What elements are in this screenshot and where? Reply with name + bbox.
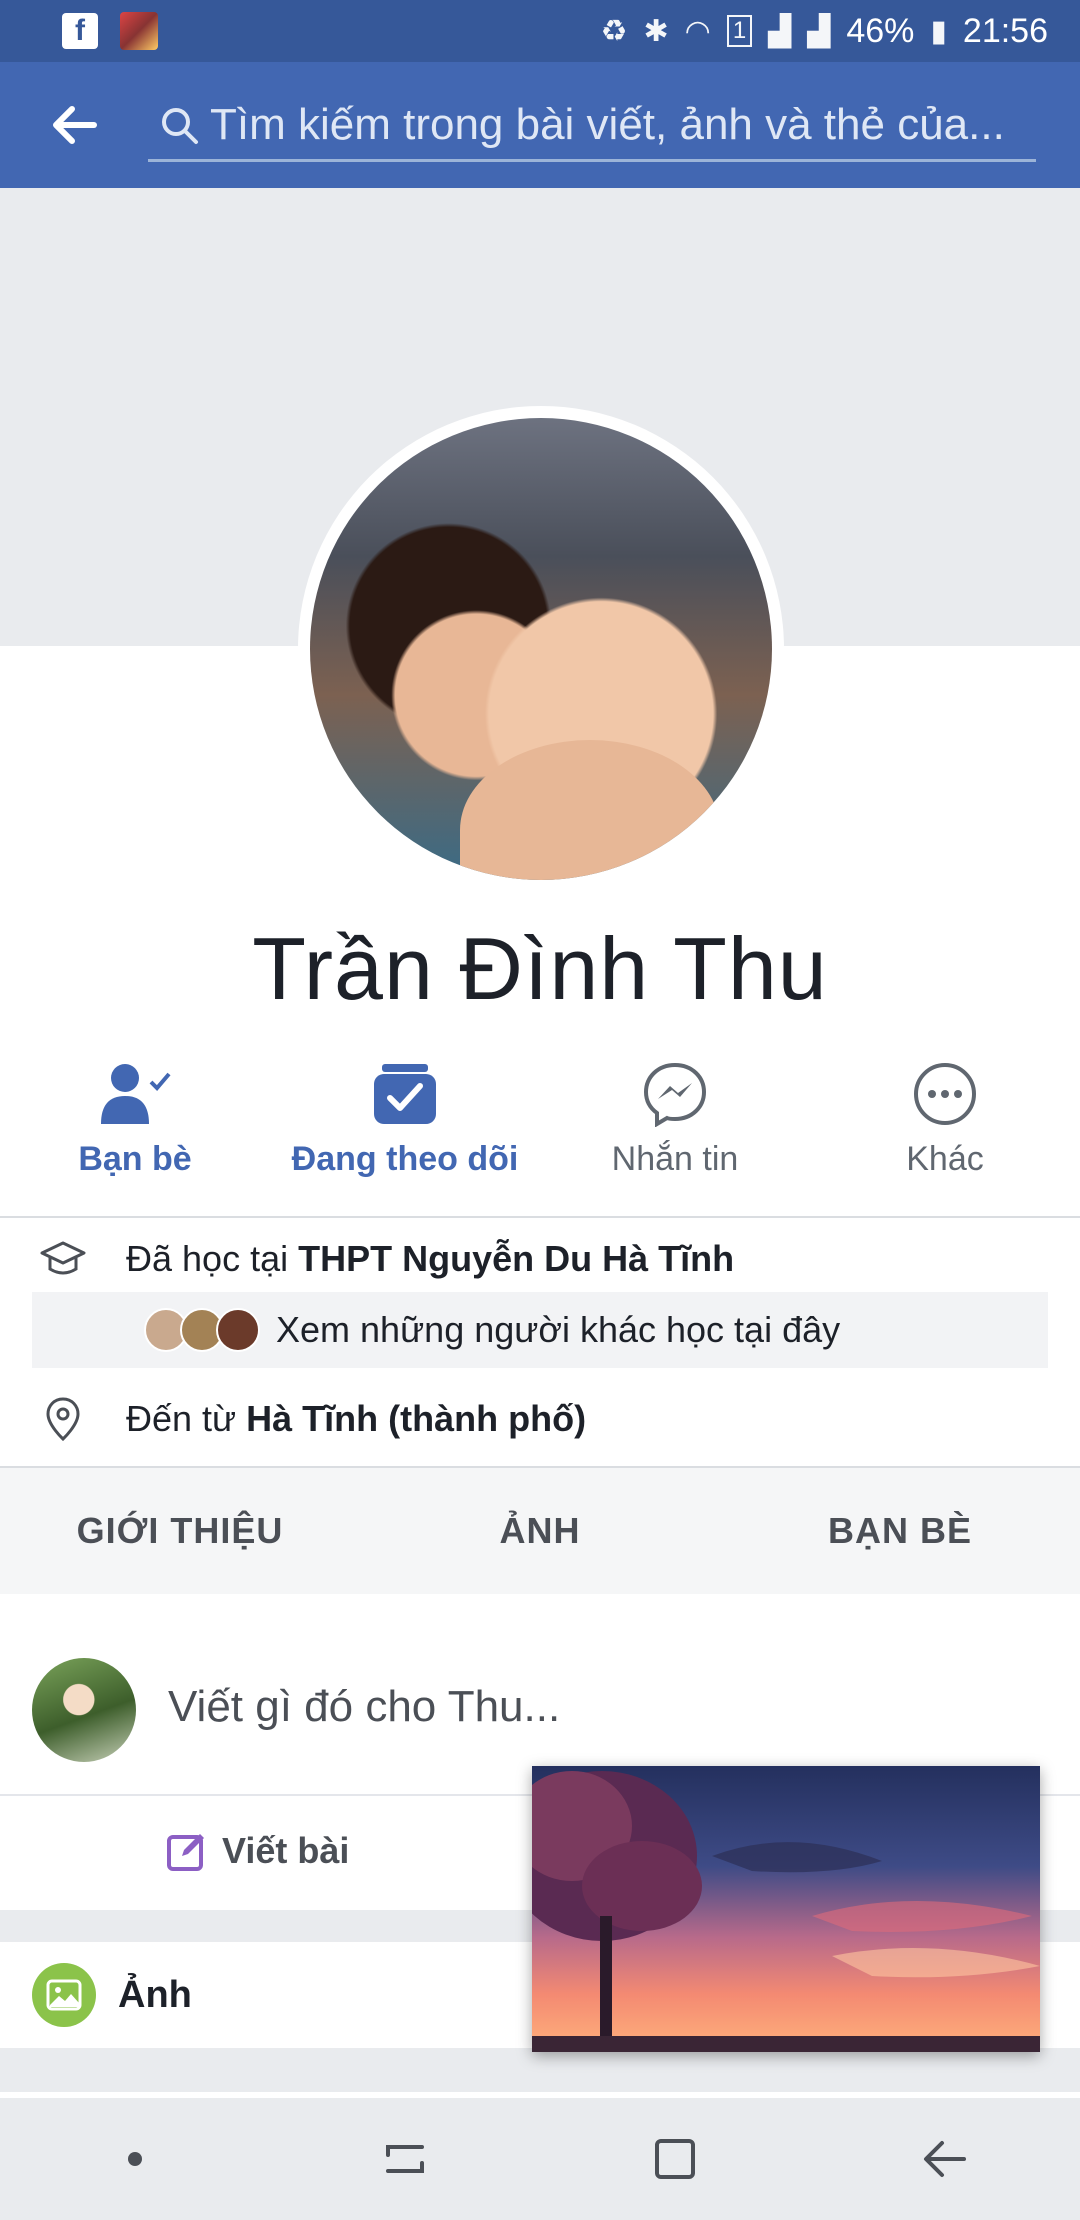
signal-icon-2: ▟	[807, 14, 831, 48]
battery-percent: 46%	[846, 11, 915, 50]
tab-friends[interactable]: BẠN BÈ	[720, 1468, 1080, 1594]
system-nav-bar	[0, 2098, 1080, 2220]
search-placeholder: Tìm kiếm trong bài viết, ảnh và thẻ của.…	[210, 99, 1005, 149]
messenger-icon	[642, 1058, 708, 1130]
location-pin-icon	[0, 1397, 126, 1441]
profile-actions: Bạn bè Đang theo dõi Nhắn tin Khác	[0, 1058, 1080, 1208]
battery-saver-icon: ♻	[600, 14, 628, 48]
education-row: Đã học tại THPT Nguyễn Du Hà Tĩnh	[0, 1226, 1080, 1292]
write-post-button[interactable]: Viết bài	[166, 1830, 349, 1872]
system-back-button[interactable]	[810, 2098, 1080, 2220]
nav-dot-button[interactable]	[0, 2098, 270, 2220]
profile-picture-image	[310, 418, 772, 880]
more-label: Khác	[906, 1140, 984, 1178]
see-others-label: Xem những người khác học tại đây	[276, 1309, 841, 1350]
clock: 21:56	[962, 11, 1048, 50]
tab-photos[interactable]: ẢNH	[360, 1468, 720, 1594]
wifi-icon: ◠	[684, 14, 711, 48]
write-post-label: Viết bài	[222, 1830, 350, 1871]
friends-label: Bạn bè	[78, 1140, 192, 1178]
status-bar: f ♻ ✱ ◠ 1 ▟ ▟ 46% ▮ 21:56	[0, 0, 1080, 62]
search-input[interactable]: Tìm kiếm trong bài viết, ảnh và thẻ của.…	[148, 90, 1036, 162]
arrow-left-icon	[53, 106, 97, 144]
classmate-avatars	[144, 1308, 260, 1352]
recent-apps-icon	[386, 2145, 424, 2173]
message-button[interactable]: Nhắn tin	[540, 1058, 810, 1208]
divider	[0, 1216, 1080, 1218]
message-label: Nhắn tin	[611, 1140, 739, 1178]
profile-name: Trần Đình Thu	[252, 919, 828, 1018]
battery-icon: ▮	[930, 14, 947, 48]
friends-check-icon	[97, 1058, 173, 1130]
home-button[interactable]	[540, 2098, 810, 2220]
floating-video-window[interactable]	[532, 1766, 1040, 2052]
recent-apps-button[interactable]	[270, 2098, 540, 2220]
see-others-row[interactable]: Xem những người khác học tại đây	[32, 1292, 1048, 1368]
dot-icon	[128, 2152, 142, 2166]
education-prefix: Đã học tại	[126, 1238, 299, 1279]
signal-icon: ▟	[768, 14, 792, 48]
composer-input[interactable]: Viết gì đó cho Thu...	[168, 1682, 560, 1732]
sunset-tree-image	[532, 1766, 1040, 2052]
more-dots-icon	[912, 1058, 978, 1130]
avatar	[216, 1308, 260, 1352]
hometown-prefix: Đến từ	[126, 1398, 247, 1439]
edit-icon	[167, 1834, 204, 1871]
education-school-link[interactable]: THPT Nguyễn Du Hà Tĩnh	[298, 1238, 734, 1279]
home-square-icon	[655, 2139, 695, 2179]
photo-icon	[32, 1963, 96, 2027]
profile-tabs: GIỚI THIỆU ẢNH BẠN BÈ	[0, 1468, 1080, 1594]
back-arrow-icon	[924, 2141, 966, 2177]
following-button[interactable]: Đang theo dõi	[270, 1058, 540, 1208]
hometown-row: Đến từ Hà Tĩnh (thành phố)	[0, 1386, 1080, 1452]
search-header: Tìm kiếm trong bài viết, ảnh và thẻ của.…	[0, 62, 1080, 188]
following-label: Đang theo dõi	[291, 1140, 519, 1178]
hometown-link[interactable]: Hà Tĩnh (thành phố)	[246, 1398, 586, 1439]
sim-badge: 1	[726, 15, 753, 47]
friends-button[interactable]: Bạn bè	[0, 1058, 270, 1208]
following-check-icon	[372, 1058, 438, 1130]
photos-label: Ảnh	[118, 1973, 192, 2016]
game-notification-icon	[120, 12, 158, 50]
more-button[interactable]: Khác	[810, 1058, 1080, 1208]
profile-picture[interactable]	[298, 406, 784, 892]
avatar	[32, 1658, 136, 1762]
bluetooth-icon: ✱	[643, 14, 669, 48]
search-icon	[148, 105, 210, 145]
graduation-cap-icon	[0, 1239, 126, 1279]
tab-about[interactable]: GIỚI THIỆU	[0, 1468, 360, 1594]
back-button[interactable]	[0, 62, 148, 188]
facebook-notification-icon: f	[62, 13, 98, 49]
